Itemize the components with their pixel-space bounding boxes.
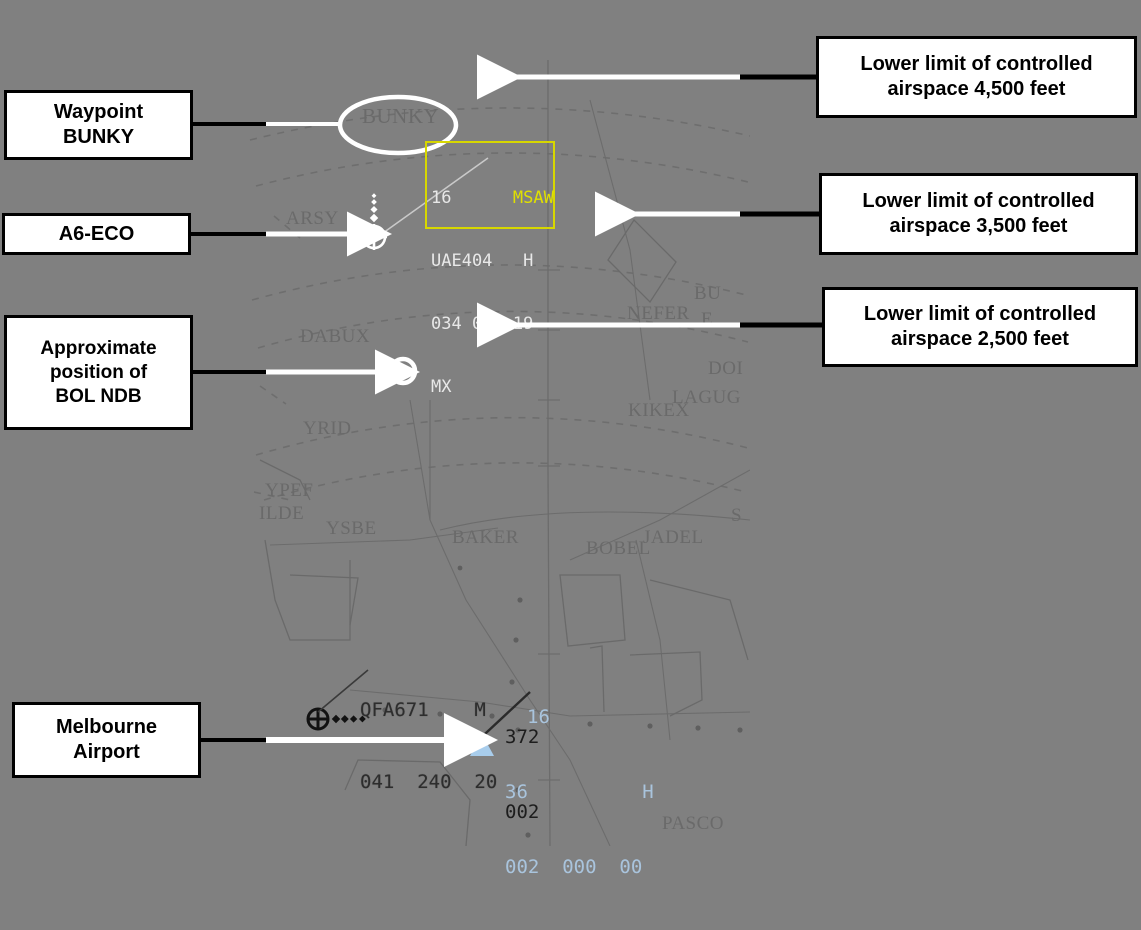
annotation-melbourne-line2: Airport xyxy=(73,741,140,763)
annotation-bol-ndb: Approximate position of BOL NDB xyxy=(4,315,193,430)
annotation-bunky-line1: Waypoint xyxy=(53,101,144,123)
annotation-a6-eco-line1: A6-ECO xyxy=(58,222,135,245)
map-label-pasco: PASCO xyxy=(662,813,725,834)
map-label-ypef: YPEF xyxy=(265,480,314,501)
map-label-nefer: NEFER xyxy=(627,303,690,324)
annotation-a6-eco: A6-ECO xyxy=(2,213,191,255)
annotation-cta3500-line1: Lower limit of controlled xyxy=(862,190,1095,212)
datablock-uae404-line4: MX xyxy=(431,377,452,397)
bol-ndb-marker[interactable] xyxy=(385,352,425,392)
datablock-uae404-line1: 16 MSAW xyxy=(431,188,554,208)
annotation-bol-line2: position of xyxy=(49,361,148,383)
annotation-cta4500-line1: Lower limit of controlled xyxy=(860,53,1093,75)
annotation-cta-2500: Lower limit of controlled airspace 2,500… xyxy=(822,287,1138,367)
annotation-bunky-line2: BUNKY xyxy=(62,126,135,148)
annotation-cta2500-line2: airspace 2,500 feet xyxy=(891,328,1069,350)
annotated-radar-screenshot: .arc{fill:none;stroke:#6e6e6e;stroke-wid… xyxy=(0,0,1141,878)
msaw-alert: MSAW xyxy=(512,188,554,208)
map-label-bobel: BOBEL xyxy=(586,538,651,559)
map-label-kikex: KIKEX xyxy=(628,400,690,421)
annotation-bol-line1: Approximate xyxy=(40,337,157,359)
map-label-jadel: JADEL xyxy=(643,527,704,548)
annotation-cta3500-line2: airspace 3,500 feet xyxy=(889,215,1068,237)
map-label-baker: BAKER xyxy=(452,527,519,548)
datablock-uae404[interactable]: 16 MSAW UAE404 H 034 000 19 MX xyxy=(425,141,555,397)
map-label-arsy: ARSY xyxy=(286,208,339,229)
annotation-melbourne-line1: Melbourne xyxy=(55,716,158,738)
datablock-overlay-line1: 372 xyxy=(505,726,540,748)
datablock-overlay-line2: 002 xyxy=(505,801,540,823)
datablock-qfa671-line2: 041 240 20 xyxy=(360,771,498,793)
map-label-bu: BU xyxy=(694,283,722,304)
datablock-qfa671-line1: QFA671 M xyxy=(360,699,486,721)
annotation-cta2500-line1: Lower limit of controlled xyxy=(863,303,1097,325)
map-label-yrid: YRID xyxy=(303,418,352,439)
datablock-blue-overlay: 372 002 xyxy=(505,675,551,875)
annotation-cta-4500: Lower limit of controlled airspace 4,500… xyxy=(816,36,1137,118)
map-label-doi: DOI xyxy=(708,358,744,379)
annotation-cta4500-line2: airspace 4,500 feet xyxy=(887,78,1066,100)
map-label-ilde: ILDE xyxy=(259,503,305,524)
annotation-bol-line3: BOL NDB xyxy=(55,385,142,407)
datablock-uae404-line2: UAE404 H xyxy=(431,251,534,271)
map-label-dabux: DABUX xyxy=(300,326,371,347)
map-label-ysbe: YSBE xyxy=(326,518,377,539)
map-label-s: S xyxy=(731,505,743,526)
annotation-melbourne-airport: Melbourne Airport xyxy=(12,702,201,778)
annotation-cta-3500: Lower limit of controlled airspace 3,500… xyxy=(819,173,1138,255)
datablock-uae404-line3: 034 000 19 xyxy=(431,314,534,334)
map-label-e: E xyxy=(701,309,714,330)
annotation-waypoint-bunky: Waypoint BUNKY xyxy=(4,90,193,160)
datablock-qfa671[interactable]: QFA671 M 041 240 20 xyxy=(360,650,497,842)
map-decorations xyxy=(253,215,301,501)
map-label-bunky: BUNKY xyxy=(362,104,440,128)
